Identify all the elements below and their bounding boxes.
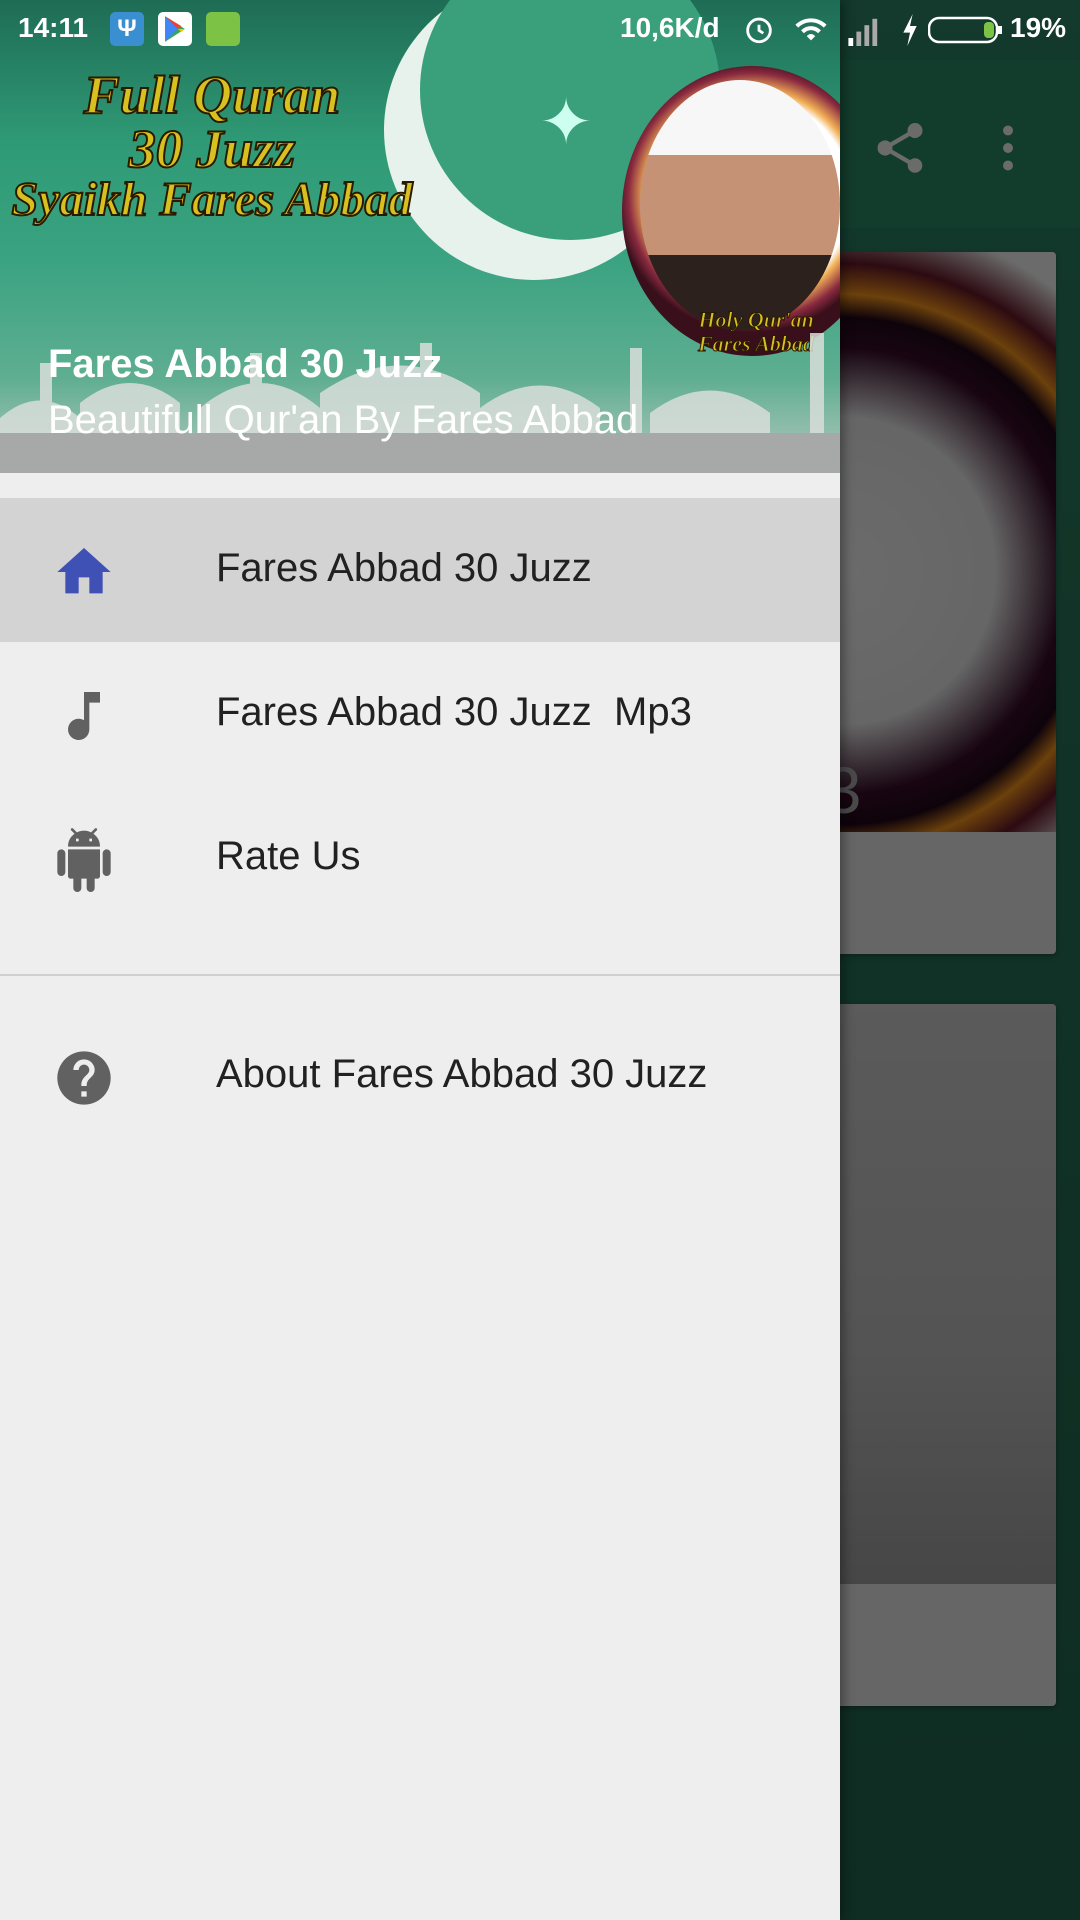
drawer-subtitle: Beautifull Qur'an By Fares Abbad bbox=[48, 398, 639, 442]
charging-icon bbox=[903, 14, 917, 46]
drawer-item-label: Rate Us bbox=[216, 834, 361, 878]
drawer-header: ✦ Full Quran 30 Juzz Syaikh Fares Abbad … bbox=[0, 0, 840, 473]
navigation-drawer: ✦ Full Quran 30 Juzz Syaikh Fares Abbad … bbox=[0, 0, 840, 1920]
play-store-icon bbox=[158, 12, 192, 46]
drawer-divider bbox=[0, 974, 840, 976]
drawer-item-home[interactable]: Fares Abbad 30 Juzz bbox=[0, 498, 840, 642]
drawer-item-about[interactable]: About Fares Abbad 30 Juzz bbox=[0, 1004, 840, 1148]
wifi-icon bbox=[795, 18, 827, 41]
header-banner: Full Quran 30 Juzz Syaikh Fares Abbad bbox=[0, 65, 432, 226]
battery-app-icon bbox=[206, 12, 240, 46]
signal-icon bbox=[848, 18, 878, 46]
usb-icon: Ψ bbox=[110, 12, 144, 46]
drawer-item-mp3[interactable]: Fares Abbad 30 Juzz Mp3 bbox=[0, 642, 840, 786]
battery-percent: 19% bbox=[1010, 12, 1067, 43]
star-icon: ✦ bbox=[539, 86, 593, 158]
help-icon bbox=[57, 1051, 111, 1105]
drawer-item-label: About Fares Abbad 30 Juzz bbox=[216, 1052, 708, 1096]
music-note-icon bbox=[68, 692, 100, 741]
status-time: 14:11 bbox=[18, 12, 89, 43]
banner-line: 30 Juzz bbox=[128, 119, 297, 179]
status-bar: 14:11 Ψ 10,6K/d 19% bbox=[0, 0, 1080, 60]
reciter-portrait bbox=[640, 80, 840, 330]
network-speed: 10,6K/d bbox=[620, 12, 720, 43]
banner-line: Syaikh Fares Abbad bbox=[11, 173, 414, 226]
drawer-item-label: Fares Abbad 30 Juzz bbox=[216, 546, 592, 590]
drawer-title: Fares Abbad 30 Juzz bbox=[48, 342, 443, 386]
drawer-item-rate-us[interactable]: Rate Us bbox=[0, 786, 840, 930]
drawer-menu: Fares Abbad 30 Juzz Fares Abbad 30 Juzz … bbox=[0, 498, 840, 1148]
banner-line: Full Quran bbox=[83, 65, 342, 125]
android-icon bbox=[57, 828, 111, 892]
drawer-item-label: Fares Abbad 30 Juzz Mp3 bbox=[216, 690, 692, 734]
home-icon bbox=[57, 548, 111, 594]
battery-icon bbox=[928, 16, 1002, 44]
alarm-icon bbox=[746, 17, 772, 44]
